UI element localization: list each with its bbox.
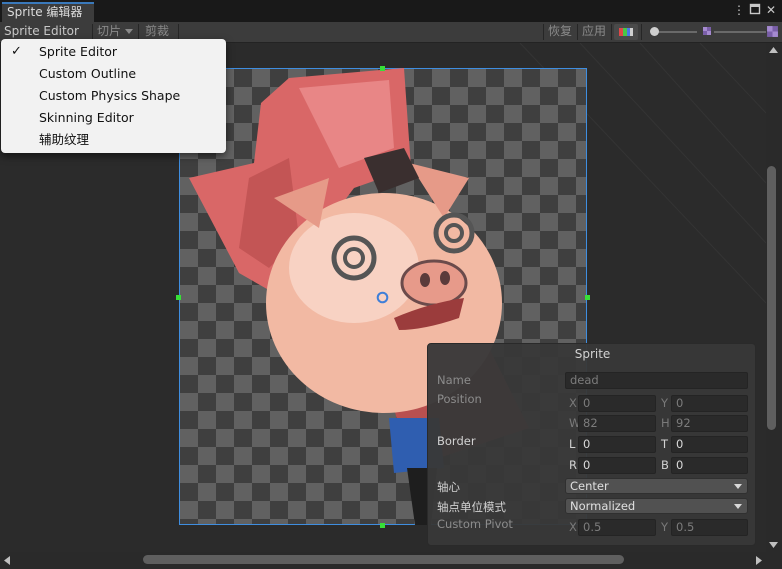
menu-item-label: 辅助纹理 — [39, 132, 90, 147]
menu-item-secondary-textures[interactable]: 辅助纹理 — [1, 129, 226, 151]
custom-pivot-y-field[interactable]: 0.5 — [671, 519, 748, 536]
pivot-dropdown-value: Center — [570, 479, 609, 493]
menu-item-label: Custom Outline — [39, 66, 137, 81]
scroll-right-arrow-icon[interactable] — [756, 556, 762, 565]
border-b-label: B — [661, 458, 669, 472]
custom-pivot-label: Custom Pivot — [437, 517, 513, 531]
close-icon[interactable]: ✕ — [764, 3, 778, 17]
name-label: Name — [437, 373, 471, 387]
scroll-up-arrow-icon[interactable] — [769, 47, 778, 53]
border-r-field[interactable]: 0 — [578, 457, 656, 474]
menu-item-label: Skinning Editor — [39, 110, 134, 125]
toolbar-divider — [611, 24, 612, 40]
scroll-corner — [766, 552, 782, 569]
border-b-field[interactable]: 0 — [671, 457, 748, 474]
height-label: H — [661, 416, 670, 430]
resize-handle-left[interactable] — [176, 295, 181, 300]
window-tab-sprite-editor[interactable]: Sprite 编辑器 — [2, 2, 94, 22]
custom-pivot-x-label: X — [569, 520, 577, 534]
horizontal-scroll-thumb[interactable] — [143, 555, 624, 564]
border-r-label: R — [569, 458, 577, 472]
checkmark-icon: ✓ — [11, 44, 22, 59]
sprite-inspector-panel: Sprite Name dead Position X 0 Y 0 W 82 H… — [427, 343, 756, 546]
mode-dropdown-label: Sprite Editor — [4, 24, 79, 38]
name-field[interactable]: dead — [565, 372, 748, 389]
chevron-down-icon — [125, 29, 134, 34]
pivot-circle-icon[interactable] — [376, 291, 389, 304]
border-t-label: T — [661, 437, 669, 451]
menu-item-sprite-editor[interactable]: ✓ Sprite Editor — [1, 41, 226, 63]
small-texture-icon — [703, 27, 711, 35]
position-y-label: Y — [661, 396, 669, 410]
menu-item-label: Custom Physics Shape — [39, 88, 181, 103]
maximize-icon[interactable] — [748, 3, 762, 17]
pivot-label: 轴心 — [437, 480, 460, 494]
kebab-menu-icon[interactable]: ⋮ — [732, 3, 746, 17]
menu-item-custom-physics-shape[interactable]: Custom Physics Shape — [1, 85, 226, 107]
pivot-unit-mode-label: 轴点单位模式 — [437, 500, 506, 514]
resize-handle-right[interactable] — [585, 295, 590, 300]
menu-item-label: Sprite Editor — [39, 44, 118, 59]
window-tab-strip: Sprite 编辑器 ⋮ ✕ — [0, 0, 782, 23]
revert-button[interactable]: 恢复 — [544, 22, 576, 42]
chevron-down-icon — [734, 484, 742, 489]
vertical-scroll-thumb[interactable] — [767, 166, 776, 430]
pivot-dropdown[interactable]: Center — [565, 478, 748, 494]
border-t-field[interactable]: 0 — [671, 436, 748, 453]
resize-handle-top[interactable] — [380, 66, 385, 71]
menu-item-skinning-editor[interactable]: Skinning Editor — [1, 107, 226, 129]
resize-handle-bottom[interactable] — [380, 523, 385, 528]
chevron-down-icon — [734, 504, 742, 509]
rgb-channel-icon — [619, 28, 633, 36]
position-label: Position — [437, 392, 482, 406]
panel-title: Sprite — [574, 347, 611, 361]
mode-dropdown-menu: ✓ Sprite Editor Custom Outline Custom Ph… — [1, 39, 226, 153]
width-field[interactable]: 82 — [578, 415, 656, 432]
toolbar-divider — [138, 24, 139, 40]
large-texture-icon — [767, 26, 778, 37]
pivot-unit-mode-dropdown[interactable]: Normalized — [565, 498, 748, 514]
custom-pivot-x-field[interactable]: 0.5 — [578, 519, 656, 536]
position-x-label: X — [569, 396, 577, 410]
height-field[interactable]: 92 — [671, 415, 748, 432]
slice-dropdown-label: 切片 — [97, 24, 122, 38]
toolbar-divider — [178, 24, 179, 40]
color-channel-toggle[interactable] — [614, 24, 638, 40]
border-label: Border — [437, 434, 476, 448]
scroll-left-arrow-icon[interactable] — [4, 556, 10, 565]
scroll-down-arrow-icon[interactable] — [769, 542, 778, 548]
apply-button[interactable]: 应用 — [578, 22, 610, 42]
menu-item-custom-outline[interactable]: Custom Outline — [1, 63, 226, 85]
custom-pivot-y-label: Y — [661, 520, 669, 534]
zoom-slider-thumb[interactable] — [650, 27, 659, 36]
position-y-field[interactable]: 0 — [671, 395, 748, 412]
border-l-label: L — [569, 437, 576, 451]
border-l-field[interactable]: 0 — [578, 436, 656, 453]
toolbar-divider — [641, 24, 642, 40]
pivot-unit-mode-value: Normalized — [570, 499, 636, 513]
position-x-field[interactable]: 0 — [578, 395, 656, 412]
mip-slider-track[interactable] — [714, 31, 766, 33]
